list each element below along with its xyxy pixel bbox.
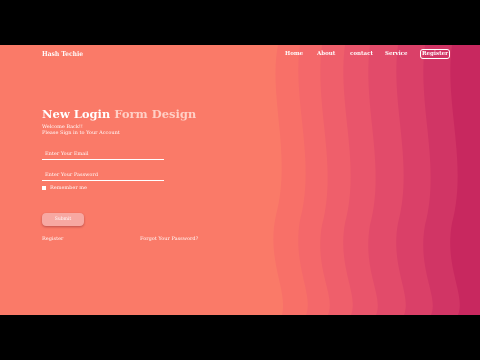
form-title-secondary: Form Design (114, 107, 197, 121)
remember-me-row: Remember me (42, 185, 87, 191)
brand-logo[interactable]: Hash Techie (42, 51, 83, 58)
nav-home[interactable]: Home (285, 51, 303, 57)
nav-contact[interactable]: contact (350, 51, 373, 57)
form-title-primary: New Login (42, 107, 111, 121)
forgot-password-link[interactable]: Forgot Your Password? (140, 236, 198, 242)
sign-in-prompt: Please Sign in to Your Account (42, 130, 120, 136)
register-link[interactable]: Register (42, 236, 63, 242)
remember-me-label: Remember me (50, 185, 88, 191)
password-field[interactable] (42, 170, 164, 181)
register-button[interactable]: Register (420, 49, 450, 59)
nav-about[interactable]: About (317, 51, 335, 57)
page-background: Hash Techie Home About contact Service R… (0, 45, 480, 315)
email-field[interactable] (42, 149, 164, 160)
nav-service[interactable]: Service (385, 51, 408, 57)
form-title: New Login Form Design (42, 107, 196, 121)
remember-me-checkbox[interactable] (42, 186, 46, 190)
submit-button[interactable]: Submit (42, 213, 84, 226)
